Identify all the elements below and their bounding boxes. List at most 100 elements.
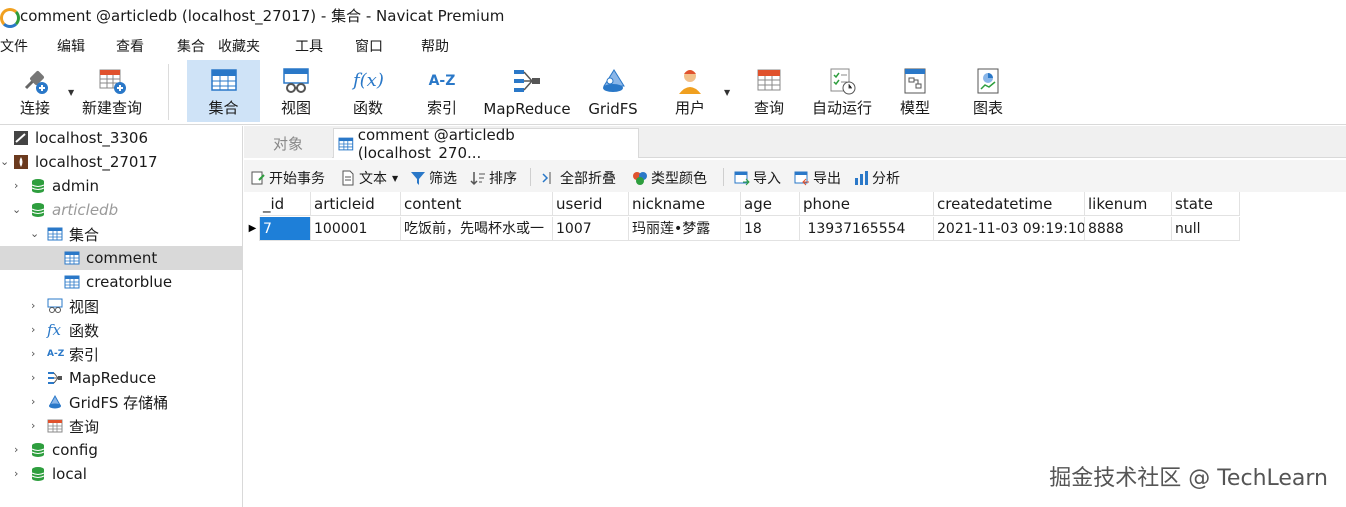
table-row[interactable]: ▶ 7 100001 吃饭前，先喝杯水或一 1007 玛丽莲•梦露 18 139… bbox=[246, 217, 1240, 241]
tree-group-collections[interactable]: ⌄ 集合 bbox=[0, 222, 242, 246]
chevron-right-icon[interactable]: › bbox=[31, 324, 41, 335]
menu-view[interactable]: 查看 bbox=[116, 36, 144, 56]
function-fx-icon: fx bbox=[47, 321, 62, 339]
tree-connection-localhost-27017[interactable]: ⌄ localhost_27017 bbox=[0, 150, 242, 174]
menu-window[interactable]: 窗口 bbox=[355, 36, 383, 56]
tree-label: admin bbox=[52, 177, 99, 195]
menu-tools[interactable]: 工具 bbox=[295, 36, 323, 56]
cell-content[interactable]: 吃饭前，先喝杯水或一 bbox=[401, 217, 553, 241]
connect-button[interactable]: 连接 bbox=[4, 60, 66, 122]
menu-favorites[interactable]: 收藏夹 bbox=[218, 36, 260, 56]
chart-icon bbox=[977, 68, 999, 94]
query-button[interactable]: 查询 bbox=[740, 60, 798, 122]
cell-id[interactable]: 7 bbox=[260, 217, 311, 241]
chevron-right-icon[interactable]: › bbox=[14, 468, 24, 479]
text-label: 文本 bbox=[359, 171, 387, 187]
export-label: 导出 bbox=[813, 171, 841, 187]
database-icon bbox=[31, 203, 45, 217]
column-header-createdatetime[interactable]: createdatetime bbox=[934, 192, 1085, 216]
column-header-age[interactable]: age bbox=[741, 192, 800, 216]
cell-articleid[interactable]: 100001 bbox=[311, 217, 401, 241]
chevron-right-icon[interactable]: › bbox=[14, 180, 24, 191]
column-header-likenum[interactable]: likenum bbox=[1085, 192, 1172, 216]
menu-collection[interactable]: 集合 bbox=[177, 36, 205, 56]
function-button[interactable]: f(x) 函数 bbox=[334, 60, 402, 122]
sort-button[interactable]: 排序 bbox=[470, 168, 517, 188]
chevron-right-icon[interactable]: › bbox=[31, 372, 41, 383]
chevron-right-icon[interactable]: › bbox=[31, 348, 41, 359]
view-button[interactable]: 视图 bbox=[262, 60, 330, 122]
tree-connection-localhost-3306[interactable]: localhost_3306 bbox=[0, 126, 242, 150]
user-dropdown-arrow-icon[interactable]: ▼ bbox=[724, 88, 730, 97]
chart-label: 图表 bbox=[972, 99, 1003, 117]
menu-edit[interactable]: 编辑 bbox=[57, 36, 85, 56]
chevron-right-icon[interactable]: › bbox=[31, 396, 41, 407]
cell-age[interactable]: 18 bbox=[741, 217, 800, 241]
gridfs-button[interactable]: GridFS bbox=[583, 60, 643, 122]
user-button[interactable]: 用户 bbox=[660, 60, 720, 122]
tree-db-articledb[interactable]: ⌄ articledb bbox=[0, 198, 242, 222]
chevron-down-icon[interactable]: ⌄ bbox=[30, 228, 40, 239]
column-header-id[interactable]: _id bbox=[260, 192, 311, 216]
menu-help[interactable]: 帮助 bbox=[421, 36, 449, 56]
tree-group-functions[interactable]: › fx 函数 bbox=[0, 318, 242, 342]
type-color-button[interactable]: 类型颜色 bbox=[632, 168, 707, 188]
tab-bar: 对象 comment @articledb (localhost_270... bbox=[244, 126, 1346, 162]
view-glasses-icon bbox=[283, 68, 309, 93]
model-button[interactable]: 模型 bbox=[886, 60, 944, 122]
tree-collection-comment[interactable]: comment bbox=[0, 246, 242, 270]
column-header-content[interactable]: content bbox=[401, 192, 553, 216]
tree-db-config[interactable]: › config bbox=[0, 438, 242, 462]
menu-file[interactable]: 文件 bbox=[0, 36, 28, 56]
filter-button[interactable]: 筛选 bbox=[410, 168, 457, 188]
tab-objects[interactable]: 对象 bbox=[244, 128, 332, 158]
tree-group-mapreduce[interactable]: › MapReduce bbox=[0, 366, 242, 390]
begin-transaction-button[interactable]: 开始事务 bbox=[250, 168, 325, 188]
column-header-userid[interactable]: userid bbox=[553, 192, 629, 216]
collection-button[interactable]: 集合 bbox=[187, 60, 260, 122]
collapse-all-button[interactable]: 全部折叠 bbox=[541, 168, 616, 188]
tab-comment-collection[interactable]: comment @articledb (localhost_270... bbox=[333, 126, 639, 162]
tree-group-views[interactable]: › 视图 bbox=[0, 294, 242, 318]
chevron-right-icon[interactable]: › bbox=[31, 300, 41, 311]
text-button[interactable]: 文本 ▼ bbox=[340, 168, 398, 188]
text-dropdown-arrow-icon: ▼ bbox=[392, 173, 399, 183]
tree-db-admin[interactable]: › admin bbox=[0, 174, 242, 198]
chevron-down-icon[interactable]: ⌄ bbox=[12, 204, 22, 215]
tree-collection-creatorblue[interactable]: creatorblue bbox=[0, 270, 242, 294]
column-header-nickname[interactable]: nickname bbox=[629, 192, 741, 216]
tree-label: 视图 bbox=[69, 297, 100, 316]
mysql-connection-icon bbox=[14, 131, 28, 145]
chart-button[interactable]: 图表 bbox=[958, 60, 1018, 122]
import-button[interactable]: 导入 bbox=[734, 168, 781, 188]
export-button[interactable]: 导出 bbox=[794, 168, 841, 188]
column-header-state[interactable]: state bbox=[1172, 192, 1240, 216]
new-query-button[interactable]: 新建查询 bbox=[80, 60, 144, 122]
autorun-label: 自动运行 bbox=[811, 99, 872, 117]
column-header-phone[interactable]: phone bbox=[800, 192, 934, 216]
cell-phone[interactable]: 13937165554 bbox=[800, 217, 934, 241]
toolbar-separator bbox=[723, 168, 724, 186]
cell-likenum[interactable]: 8888 bbox=[1085, 217, 1172, 241]
tree-group-gridfs[interactable]: › GridFS 存储桶 bbox=[0, 390, 242, 414]
tree-group-indexes[interactable]: › A-Z 索引 bbox=[0, 342, 242, 366]
user-icon bbox=[679, 70, 701, 94]
column-header-articleid[interactable]: articleid bbox=[311, 192, 401, 216]
chevron-right-icon[interactable]: › bbox=[14, 444, 24, 455]
autorun-button[interactable]: 自动运行 bbox=[806, 60, 878, 122]
mapreduce-button[interactable]: MapReduce bbox=[481, 60, 573, 122]
chevron-down-icon[interactable]: ⌄ bbox=[0, 156, 10, 167]
cell-createdatetime[interactable]: 2021-11-03 09:19:10 bbox=[934, 217, 1085, 241]
cell-userid[interactable]: 1007 bbox=[553, 217, 629, 241]
cell-state[interactable]: null bbox=[1172, 217, 1240, 241]
menu-bar: 文件 编辑 查看 集合 收藏夹 工具 窗口 帮助 bbox=[0, 30, 1346, 58]
tree-group-queries[interactable]: › 查询 bbox=[0, 414, 242, 438]
analyze-button[interactable]: 分析 bbox=[853, 168, 900, 188]
chevron-right-icon[interactable]: › bbox=[31, 420, 41, 431]
index-button[interactable]: A-Z 索引 bbox=[408, 60, 476, 122]
autorun-checklist-icon bbox=[830, 68, 856, 95]
cell-nickname[interactable]: 玛丽莲•梦露 bbox=[629, 217, 741, 241]
current-row-marker-icon: ▶ bbox=[246, 217, 260, 241]
tree-db-local[interactable]: › local bbox=[0, 462, 242, 486]
connect-dropdown-arrow-icon[interactable]: ▼ bbox=[68, 88, 74, 97]
